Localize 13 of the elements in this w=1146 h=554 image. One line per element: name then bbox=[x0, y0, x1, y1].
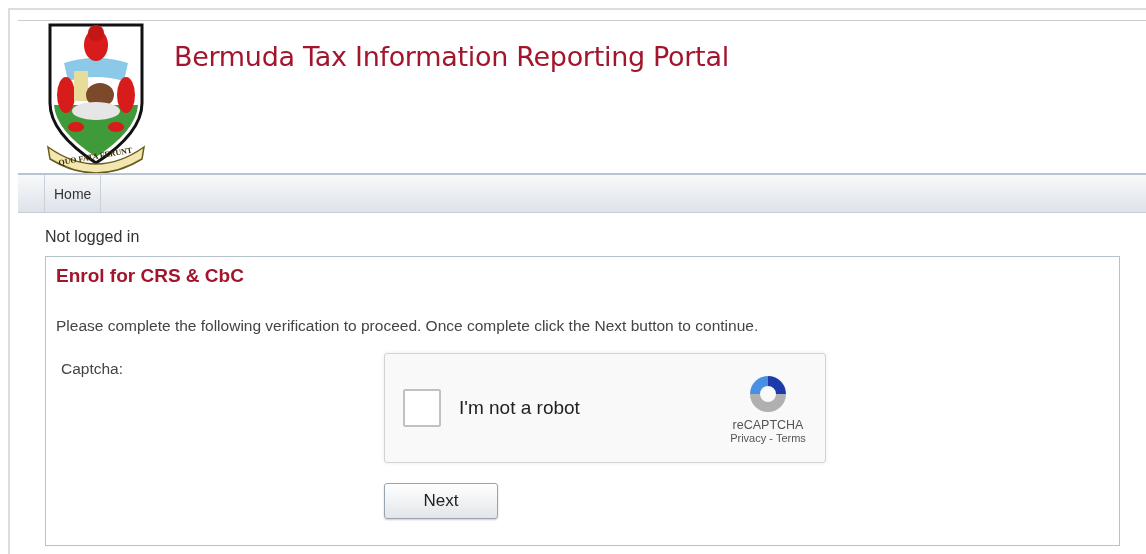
motto-text: QUO FATA FERUNT bbox=[57, 145, 133, 168]
link-separator: - bbox=[769, 432, 773, 444]
login-status: Not logged in bbox=[45, 228, 141, 246]
next-button[interactable]: Next bbox=[384, 483, 498, 519]
recaptcha-brand: reCAPTCHA bbox=[732, 418, 804, 432]
terms-link[interactable]: Terms bbox=[775, 432, 806, 444]
captcha-label-text: I'm not a robot bbox=[459, 397, 581, 419]
captcha-label: Captcha: bbox=[60, 359, 125, 379]
privacy-link[interactable]: Privacy bbox=[730, 432, 767, 444]
nav-link[interactable]: Home bbox=[44, 175, 102, 212]
panel-title: Enrol for CRS & CbC bbox=[56, 265, 245, 287]
portal-title: Bermuda Tax Information Reporting Portal bbox=[174, 41, 729, 72]
instructions-text: Please complete the following verification to proceed. Once complete click the Next button to continue. bbox=[56, 317, 760, 335]
